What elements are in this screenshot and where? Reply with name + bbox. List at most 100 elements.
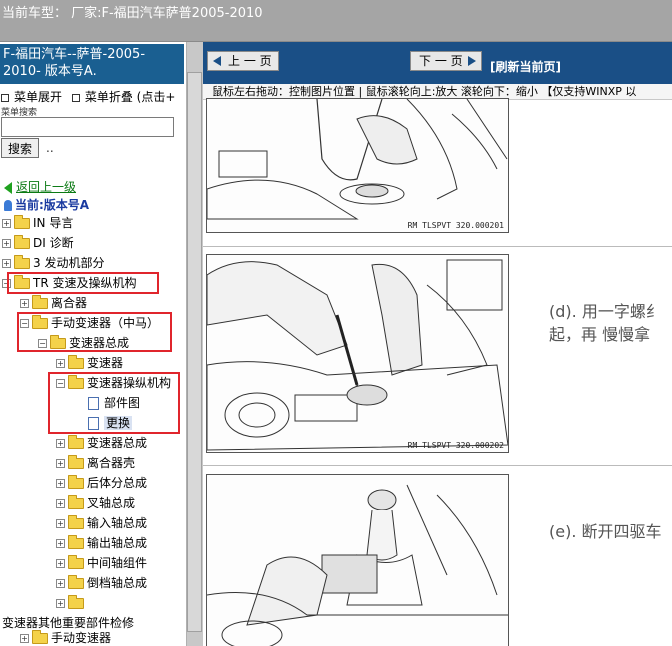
folder-icon <box>14 215 30 229</box>
expand-plus-icon[interactable]: + <box>2 219 11 228</box>
dots-text: .. <box>46 141 54 155</box>
left-navigation-panel: F-福田汽车--萨普-2005- 2010- 版本号A. 菜单展开 菜单折叠 (… <box>0 42 203 646</box>
refresh-page-link[interactable]: [刷新当前页] <box>490 58 561 75</box>
folder-icon <box>68 495 84 509</box>
tree-item-trans-assy-2[interactable]: + 变速器总成 <box>56 434 147 452</box>
tree-item-empty-folder[interactable]: + <box>56 594 87 612</box>
window-titlebar: 当前车型： 厂家:F-福田汽车萨普2005-2010 <box>0 0 672 42</box>
next-page-label: 下 一 页 <box>419 54 463 68</box>
expand-plus-icon[interactable]: + <box>56 599 65 608</box>
expand-plus-icon[interactable]: + <box>56 559 65 568</box>
model-line-1: F-福田汽车--萨普-2005- <box>3 47 146 62</box>
folder-icon <box>68 355 84 369</box>
tree-item-clutch-housing[interactable]: + 离合器壳 <box>56 454 135 472</box>
step-e-text: (e). 断开四驱车 <box>549 522 662 541</box>
figure-divider <box>203 465 672 466</box>
square-icon <box>1 93 9 102</box>
expand-plus-icon[interactable]: + <box>56 359 65 368</box>
folder-icon <box>68 555 84 569</box>
folder-icon <box>68 595 84 609</box>
left-scrollbar-thumb[interactable] <box>187 72 202 632</box>
left-scrollbar[interactable] <box>186 42 203 646</box>
square-icon <box>71 93 80 102</box>
expand-plus-icon[interactable]: + <box>2 239 11 248</box>
tree-item-transmission[interactable]: + 变速器 <box>56 354 123 372</box>
shift-lever-illustration-2 <box>206 259 509 451</box>
arrow-left-icon <box>213 56 221 66</box>
tree-item-output-shaft[interactable]: + 输出轴总成 <box>56 534 147 552</box>
folder-icon <box>14 255 30 269</box>
tree-item-label: 离合器壳 <box>87 456 136 470</box>
expand-plus-icon[interactable]: + <box>56 499 65 508</box>
illustration-fig-3 <box>206 474 509 646</box>
figure-code-1: RM TLSPVT 320.000201 <box>407 221 504 230</box>
tree-item-reverse-shaft[interactable]: + 倒档轴总成 <box>56 574 147 592</box>
tree-item-label: 变速器总成 <box>87 436 148 450</box>
tree-item-label: 离合器 <box>51 296 88 310</box>
model-line-2: 2010- 版本号A. <box>3 64 97 79</box>
tree-item-manual-trans-2[interactable]: + 手动变速器 <box>20 629 111 646</box>
folder-icon <box>68 515 84 529</box>
expand-plus-icon[interactable]: + <box>56 539 65 548</box>
folder-icon <box>68 475 84 489</box>
tree-item-countershaft[interactable]: + 中间轴组件 <box>56 554 147 572</box>
tree-item-input-shaft[interactable]: + 输入轴总成 <box>56 514 147 532</box>
figure-divider <box>203 246 672 247</box>
tree-item-rear-body[interactable]: + 后体分总成 <box>56 474 147 492</box>
tree-item-label: 叉轴总成 <box>87 496 136 510</box>
tree-item-engine[interactable]: +3 发动机部分 <box>2 254 104 272</box>
expand-plus-icon[interactable]: + <box>56 439 65 448</box>
back-arrow-icon <box>4 181 12 194</box>
tree-item-label: DI 诊断 <box>33 236 74 250</box>
tree-item-di[interactable]: + DI 诊断 <box>2 234 74 252</box>
folder-icon <box>32 295 48 309</box>
figure-code-2: RM TLSPVT 320.000202 <box>407 441 504 450</box>
tree-item-label: IN 导言 <box>33 216 74 230</box>
tree-item-label: 3 发动机部分 <box>33 256 105 270</box>
next-page-button[interactable]: 下 一 页 <box>410 51 482 71</box>
tree-item-label: 输入轴总成 <box>87 516 148 530</box>
model-header: F-福田汽车--萨普-2005- 2010- 版本号A. <box>0 44 184 84</box>
step-d-text: (d). 用一字螺纟 起，再 慢慢拿 <box>549 300 662 346</box>
highlight-box-shift-mechanism <box>48 372 180 434</box>
shift-lever-illustration-1 <box>206 98 508 220</box>
back-link-label: 返回上一级 <box>16 180 77 194</box>
tree-item-clutch[interactable]: + 离合器 <box>20 294 87 312</box>
page-navigation-bar: 上 一 页 下 一 页 [刷新当前页] <box>203 42 672 84</box>
document-page[interactable]: RM TLSPVT 320.000201 RM TLSPVT 320.00020… <box>203 98 672 646</box>
folder-icon <box>14 235 30 249</box>
expand-plus-icon[interactable]: + <box>2 259 11 268</box>
expand-plus-icon[interactable]: + <box>20 634 29 643</box>
tree-item-label: 变速器 <box>87 356 124 370</box>
tree-item-in[interactable]: + IN 导言 <box>2 214 73 232</box>
menu-toggle-row: 菜单展开 菜单折叠 (点击+ <box>1 88 175 105</box>
current-version-label: 当前:版本号A <box>15 198 90 212</box>
tree-item-label: 中间轴组件 <box>87 556 148 570</box>
prev-page-label: 上 一 页 <box>228 54 272 68</box>
back-up-link[interactable]: 返回上一级 <box>4 178 76 195</box>
tree-item-label: 倒档轴总成 <box>87 576 148 590</box>
shift-lever-illustration-3 <box>206 484 508 646</box>
expand-plus-icon[interactable]: + <box>56 519 65 528</box>
location-pin-icon <box>4 200 12 211</box>
folder-icon <box>68 455 84 469</box>
expand-plus-icon[interactable]: + <box>56 579 65 588</box>
step-d-line-1: (d). 用一字螺纟 <box>549 302 662 321</box>
menu-collapse-link[interactable]: 菜单折叠 (点击+ <box>85 90 176 104</box>
current-version: 当前:版本号A <box>4 196 89 213</box>
menu-search-input[interactable] <box>1 117 174 137</box>
search-button[interactable]: 搜索 <box>1 138 39 158</box>
tree-item-label: 输出轴总成 <box>87 536 148 550</box>
folder-icon <box>68 435 84 449</box>
expand-plus-icon[interactable]: + <box>20 299 29 308</box>
expand-plus-icon[interactable]: + <box>56 459 65 468</box>
tree-item-fork-shaft[interactable]: + 叉轴总成 <box>56 494 135 512</box>
folder-icon <box>32 630 48 644</box>
folder-icon <box>68 535 84 549</box>
tree-item-label: 手动变速器 <box>51 631 112 645</box>
step-d-line-2: 起，再 慢慢拿 <box>549 325 651 344</box>
prev-page-button[interactable]: 上 一 页 <box>207 51 279 71</box>
arrow-right-icon <box>467 56 476 66</box>
menu-expand-link[interactable]: 菜单展开 <box>14 90 62 104</box>
expand-plus-icon[interactable]: + <box>56 479 65 488</box>
